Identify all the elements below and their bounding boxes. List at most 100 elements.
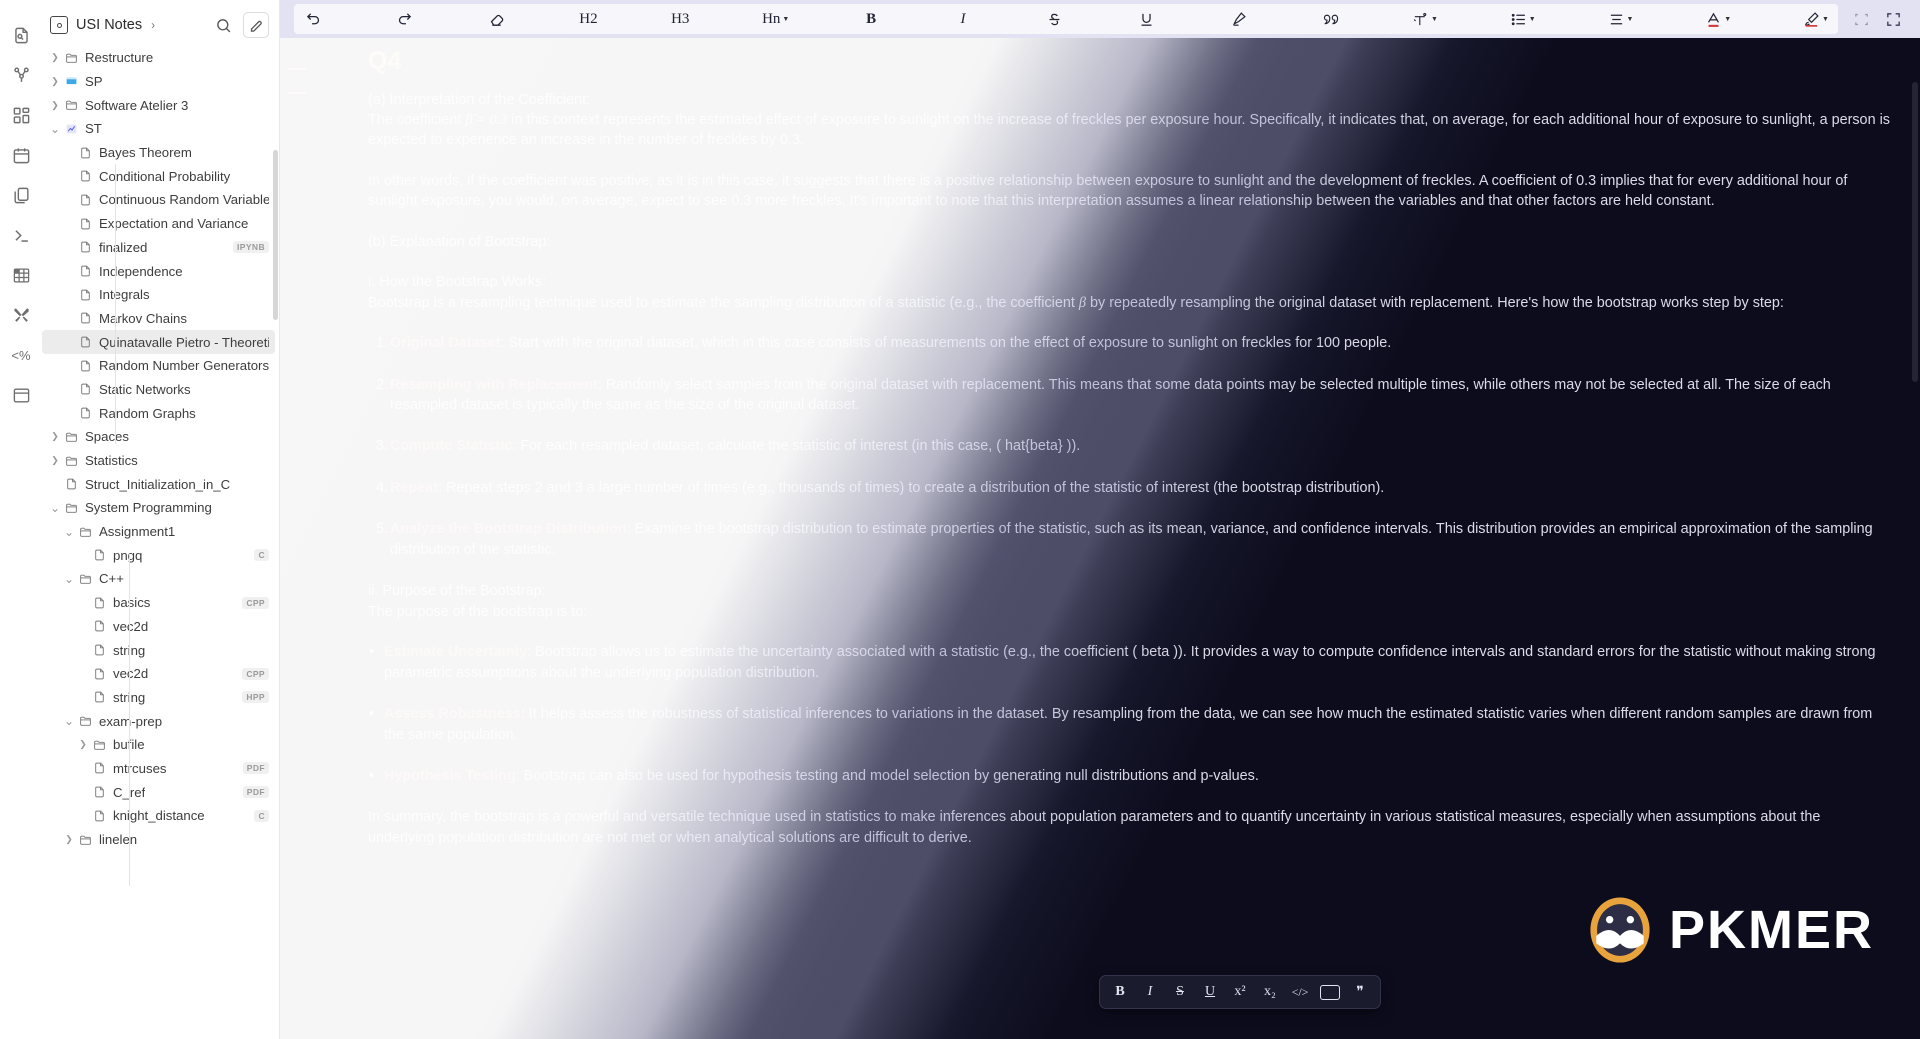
chevron-right-icon[interactable]: ❯ bbox=[48, 455, 62, 466]
template-tag-icon[interactable]: <% bbox=[10, 344, 32, 366]
graph-icon[interactable] bbox=[10, 64, 32, 86]
file-search-icon[interactable] bbox=[10, 24, 32, 46]
blockquote-button[interactable]: ❞ bbox=[1346, 979, 1374, 1005]
tree-file-row[interactable]: Markov Chains bbox=[42, 307, 275, 331]
tree-file-row[interactable]: Random Graphs bbox=[42, 401, 275, 425]
dashboard-icon[interactable] bbox=[10, 104, 32, 126]
align-icon[interactable]: ▼ bbox=[1605, 6, 1637, 32]
tree-folder-row[interactable]: ❯ Statistics bbox=[42, 449, 275, 473]
underline-button[interactable] bbox=[1134, 6, 1160, 32]
chevron-down-icon[interactable]: ▼ bbox=[1822, 16, 1829, 23]
tree-file-row[interactable]: Independence bbox=[42, 259, 275, 283]
tree-file-row[interactable]: Struct_Initialization_in_C bbox=[42, 472, 275, 496]
clear-format-icon[interactable] bbox=[484, 6, 510, 32]
tree-file-row[interactable]: Expectation and Variance bbox=[42, 212, 275, 236]
highlight-icon[interactable] bbox=[1225, 6, 1251, 32]
strikethrough-button[interactable]: S bbox=[1166, 979, 1194, 1005]
tree-file-row[interactable]: Bayes Theorem bbox=[42, 141, 275, 165]
chevron-down-icon[interactable]: ▼ bbox=[1431, 16, 1438, 23]
fullscreen-icon[interactable] bbox=[1880, 6, 1906, 32]
chevron-down-icon[interactable]: ▼ bbox=[1724, 16, 1731, 23]
reading-mode-icon[interactable] bbox=[1848, 6, 1874, 32]
bold-button[interactable]: B bbox=[858, 6, 884, 32]
chevron-down-icon[interactable]: ▼ bbox=[1529, 16, 1536, 23]
tree-folder-row[interactable]: ❯ Software Atelier 3 bbox=[42, 93, 275, 117]
terminal-icon[interactable] bbox=[10, 224, 32, 246]
tree-folder-row[interactable]: ❯bufile bbox=[42, 733, 275, 757]
chevron-down-icon[interactable]: ⌄ bbox=[62, 573, 76, 585]
tree-file-row[interactable]: Quinatavalle Pietro - Theoretical ... bbox=[42, 330, 275, 354]
tree-file-row[interactable]: Static Networks bbox=[42, 378, 275, 402]
superscript-button[interactable]: x² bbox=[1226, 979, 1254, 1005]
tree-file-row[interactable]: pngq C bbox=[42, 543, 275, 567]
brush-icon[interactable]: ▼ bbox=[1800, 6, 1832, 32]
tree-file-row[interactable]: Continuous Random Variables bbox=[42, 188, 275, 212]
italic-button[interactable]: I bbox=[950, 6, 976, 32]
document-scroll-area[interactable]: Q4 (a) Interpretation of the Coefficient… bbox=[280, 38, 1920, 1039]
tree-folder-row[interactable]: ❯ Restructure bbox=[42, 46, 275, 70]
tree-folder-row[interactable]: ⌄ exam-prep bbox=[42, 709, 275, 733]
bullet-list-icon[interactable]: ▼ bbox=[1507, 6, 1539, 32]
redo-icon[interactable] bbox=[392, 6, 418, 32]
bold-button[interactable]: B bbox=[1106, 979, 1134, 1005]
search-icon[interactable] bbox=[211, 13, 235, 37]
tree-file-row[interactable]: Random Number Generators bbox=[42, 354, 275, 378]
tools-icon[interactable] bbox=[10, 304, 32, 326]
tree-file-row[interactable]: basics CPP bbox=[42, 591, 275, 615]
tree-file-row[interactable]: C_refPDF bbox=[42, 780, 275, 804]
chevron-down-icon[interactable]: ▼ bbox=[782, 16, 789, 23]
new-note-button[interactable] bbox=[243, 12, 269, 38]
strikethrough-button[interactable] bbox=[1042, 6, 1068, 32]
chevron-down-icon[interactable]: ⌄ bbox=[48, 123, 62, 135]
chevron-down-icon[interactable]: ▼ bbox=[1627, 16, 1634, 23]
tree-folder-row[interactable]: ❯ SP bbox=[42, 70, 275, 94]
tree-folder-row[interactable]: ⌄ System Programming bbox=[42, 496, 275, 520]
blockquote-icon[interactable] bbox=[1317, 6, 1343, 32]
chevron-right-icon[interactable]: ❯ bbox=[76, 739, 90, 750]
tree-file-row[interactable]: vec2d bbox=[42, 615, 275, 639]
tree-folder-row[interactable]: ⌄ C++ bbox=[42, 567, 275, 591]
inline-code-button[interactable]: </> bbox=[1286, 979, 1314, 1005]
undo-icon[interactable] bbox=[300, 6, 326, 32]
chevron-down-icon[interactable]: ⌄ bbox=[62, 526, 76, 538]
code-block-button[interactable] bbox=[1320, 984, 1340, 1000]
chevron-down-icon[interactable]: ⌄ bbox=[62, 715, 76, 727]
file-tree[interactable]: ❯ Restructure ❯ SP ❯ Software Atelier 3 ⌄ ST Bay… bbox=[42, 46, 279, 1039]
heading-n-button[interactable]: Hn ▼ bbox=[759, 6, 792, 32]
tree-file-row[interactable]: Conditional Probability bbox=[42, 164, 275, 188]
tree-file-row[interactable]: vec2d CPP bbox=[42, 662, 275, 686]
tree-file-row[interactable]: stringHPP bbox=[42, 686, 275, 710]
italic-button[interactable]: I bbox=[1136, 979, 1164, 1005]
copy-files-icon[interactable] bbox=[10, 184, 32, 206]
chevron-right-icon[interactable]: ❯ bbox=[48, 76, 62, 87]
subscript-button[interactable]: x₂ bbox=[1256, 979, 1284, 1005]
tree-folder-row[interactable]: ⌄ Assignment1 bbox=[42, 520, 275, 544]
document-scrollbar-thumb[interactable] bbox=[1912, 82, 1918, 382]
chevron-right-icon[interactable]: ❯ bbox=[48, 52, 62, 63]
underline-button[interactable]: U bbox=[1196, 979, 1224, 1005]
font-color-icon[interactable]: ▼ bbox=[1702, 6, 1734, 32]
tree-file-row[interactable]: string bbox=[42, 638, 275, 662]
chevron-right-icon[interactable]: › bbox=[151, 18, 155, 32]
chevron-down-icon[interactable]: ⌄ bbox=[48, 502, 62, 514]
document-content[interactable]: Q4 (a) Interpretation of the Coefficient… bbox=[368, 38, 1890, 1039]
chevron-right-icon[interactable]: ❯ bbox=[48, 100, 62, 111]
tree-file-row[interactable]: finalized IPYNB bbox=[42, 236, 275, 260]
heading-2-button[interactable]: H2 bbox=[575, 6, 601, 32]
calendar-icon[interactable] bbox=[10, 144, 32, 166]
tree-file-row[interactable]: knight_distance C bbox=[42, 804, 275, 828]
tree-folder-row[interactable]: ❯ linelen bbox=[42, 828, 275, 852]
document-scrollbar[interactable] bbox=[1912, 82, 1918, 1035]
tree-file-row[interactable]: mtrcuses PDF bbox=[42, 757, 275, 781]
chevron-right-icon[interactable]: ❯ bbox=[62, 834, 76, 845]
heading-3-button[interactable]: H3 bbox=[667, 6, 693, 32]
tree-folder-row[interactable]: ❯ Spaces bbox=[42, 425, 275, 449]
sidebar-scrollbar[interactable] bbox=[273, 150, 278, 320]
table-icon[interactable] bbox=[10, 264, 32, 286]
text-color-icon[interactable]: ▼ bbox=[1409, 6, 1441, 32]
tree-file-row[interactable]: Integrals bbox=[42, 283, 275, 307]
tree-folder-row[interactable]: ⌄ ST bbox=[42, 117, 275, 141]
chevron-right-icon[interactable]: ❯ bbox=[48, 431, 62, 442]
vault-name[interactable]: USI Notes bbox=[76, 17, 142, 33]
layout-icon[interactable] bbox=[10, 384, 32, 406]
